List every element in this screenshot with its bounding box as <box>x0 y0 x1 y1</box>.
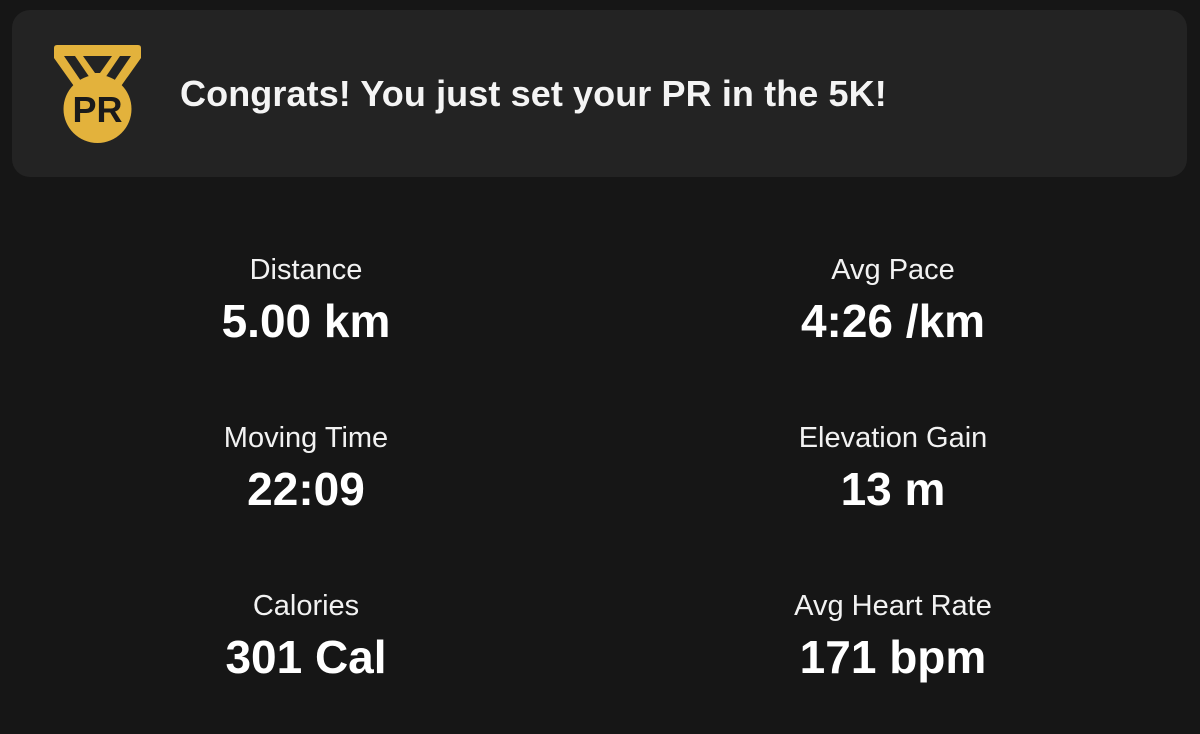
stat-moving-time: Moving Time 22:09 <box>56 418 556 518</box>
pr-medal-icon: PR <box>54 45 141 143</box>
stat-label: Elevation Gain <box>798 422 988 454</box>
stat-avg-heart-rate: Avg Heart Rate 171 bpm <box>643 586 1143 686</box>
stat-label: Calories <box>252 590 360 622</box>
stat-label: Moving Time <box>223 422 389 454</box>
stat-value: 5.00 km <box>221 295 391 347</box>
stat-value: 13 m <box>840 463 946 515</box>
stat-value: 22:09 <box>247 463 365 515</box>
stat-calories: Calories 301 Cal <box>56 586 556 686</box>
stat-label: Distance <box>249 254 363 286</box>
stat-distance: Distance 5.00 km <box>56 250 556 350</box>
stat-value: 171 bpm <box>799 631 987 683</box>
pr-banner: PR Congrats! You just set your PR in the… <box>12 10 1187 177</box>
pr-banner-message: Congrats! You just set your PR in the 5K… <box>180 72 887 114</box>
stat-avg-pace: Avg Pace 4:26 /km <box>643 250 1143 350</box>
stat-elevation-gain: Elevation Gain 13 m <box>643 418 1143 518</box>
stat-value: 301 Cal <box>225 631 387 683</box>
stat-value: 4:26 /km <box>800 295 986 347</box>
stat-label: Avg Pace <box>831 254 955 286</box>
stat-label: Avg Heart Rate <box>794 590 992 622</box>
pr-badge-text: PR <box>72 89 122 130</box>
